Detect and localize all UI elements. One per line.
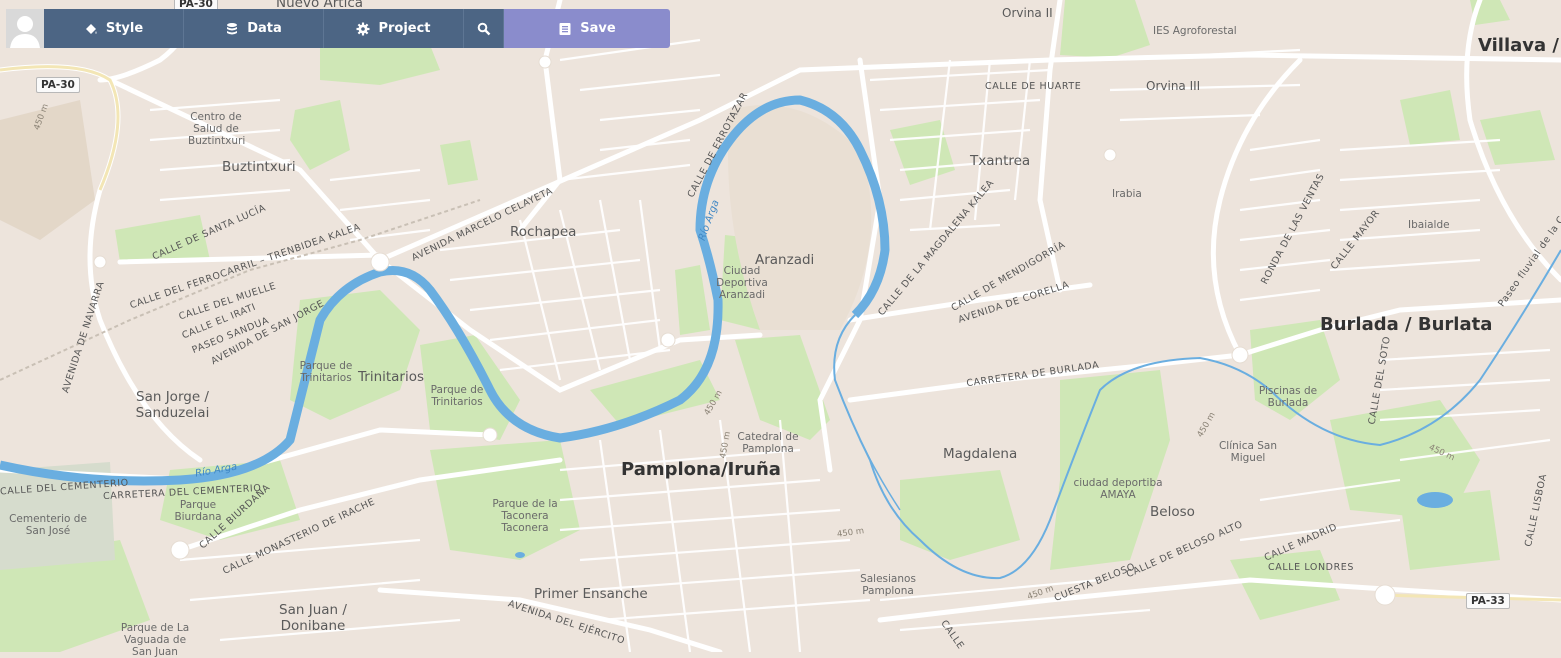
project-button[interactable]: Project xyxy=(324,9,464,48)
save-document-icon xyxy=(558,22,572,36)
poi-label-cementerio: Cementerio de San José xyxy=(9,513,87,538)
place-label-primer-ensanche: Primer Ensanche xyxy=(534,586,648,602)
paint-bucket-icon xyxy=(84,22,98,36)
data-button-label: Data xyxy=(247,21,282,36)
street-label-londres: CALLE LONDRES xyxy=(1268,562,1355,573)
avatar[interactable] xyxy=(6,9,44,48)
poi-label-amaya: ciudad deportiba AMAYA xyxy=(1073,477,1163,502)
database-icon xyxy=(225,22,239,36)
poi-label-piscinas: Piscinas de Burlada xyxy=(1258,385,1318,410)
place-label-san-juan: San Juan / Donibane xyxy=(279,602,347,634)
poi-label-centro-salud: Centro de Salud de Buztintxuri xyxy=(188,111,246,148)
poi-label-ies: IES Agroforestal xyxy=(1153,25,1237,37)
user-silhouette-icon xyxy=(10,16,40,48)
poi-label-irabia: Irabia xyxy=(1112,188,1142,200)
poi-label-parque-trinitarios-2: Parque de Trinitarios xyxy=(430,384,484,409)
place-label-san-jorge: San Jorge / Sanduzelai xyxy=(135,389,210,421)
pond xyxy=(1417,492,1453,508)
poi-label-catedral: Catedral de Pamplona xyxy=(737,431,799,456)
data-button[interactable]: Data xyxy=(184,9,324,48)
place-label-villava: Villava / A xyxy=(1478,35,1561,56)
gear-icon xyxy=(356,22,370,36)
poi-label-salesianos: Salesianos Pamplona xyxy=(860,573,916,598)
poi-label-parque-taconera: Parque de la Taconera Taconera xyxy=(492,498,558,535)
place-label-trinitarios: Trinitarios xyxy=(358,369,425,385)
place-label-buztintxuri: Buztintxuri xyxy=(222,159,296,175)
poi-label-parque-biurdana: Parque Biurdana xyxy=(174,499,222,524)
place-label-beloso: Beloso xyxy=(1150,504,1195,520)
poi-label-clinica: Clínica San Miguel xyxy=(1218,440,1278,465)
pond-small xyxy=(515,552,525,558)
hillshade-west xyxy=(0,100,95,240)
style-button-label: Style xyxy=(105,21,144,36)
save-button[interactable]: Save xyxy=(504,9,670,48)
map-canvas[interactable]: PA-30 PA-30 PA-33 Villava / A Burlada / … xyxy=(0,0,1561,658)
place-label-rochapea: Rochapea xyxy=(510,224,577,240)
place-label-orvina2: Orvina II xyxy=(1002,6,1053,20)
search-icon xyxy=(477,22,491,36)
place-label-magdalena: Magdalena xyxy=(943,446,1018,462)
top-toolbar: Style Data Project Save xyxy=(6,9,670,48)
style-button[interactable]: Style xyxy=(44,9,184,48)
stream xyxy=(859,439,901,511)
road-shield-pa33: PA-33 xyxy=(1466,593,1510,609)
search-button[interactable] xyxy=(464,9,504,48)
place-label-pamplona: Pamplona/Iruña xyxy=(621,459,781,480)
poi-label-parque-trinitarios-1: Parque de Trinitarios xyxy=(299,360,353,385)
project-button-label: Project xyxy=(378,21,431,36)
poi-label-ciudad-deportiva: Ciudad Deportiva Aranzadi xyxy=(716,265,768,302)
poi-label-ibaialde: Ibaialde xyxy=(1408,219,1450,231)
road-shield-pa30-left: PA-30 xyxy=(36,77,80,93)
place-label-burlada: Burlada / Burlata xyxy=(1320,314,1493,335)
poi-label-vaguada: Parque de La Vaguada de San Juan xyxy=(120,622,190,658)
save-button-label: Save xyxy=(580,21,616,36)
street-label-huarte: CALLE DE HUARTE xyxy=(985,81,1082,92)
place-label-orvina3: Orvina III xyxy=(1146,79,1201,93)
place-label-txantrea: Txantrea xyxy=(970,153,1031,169)
